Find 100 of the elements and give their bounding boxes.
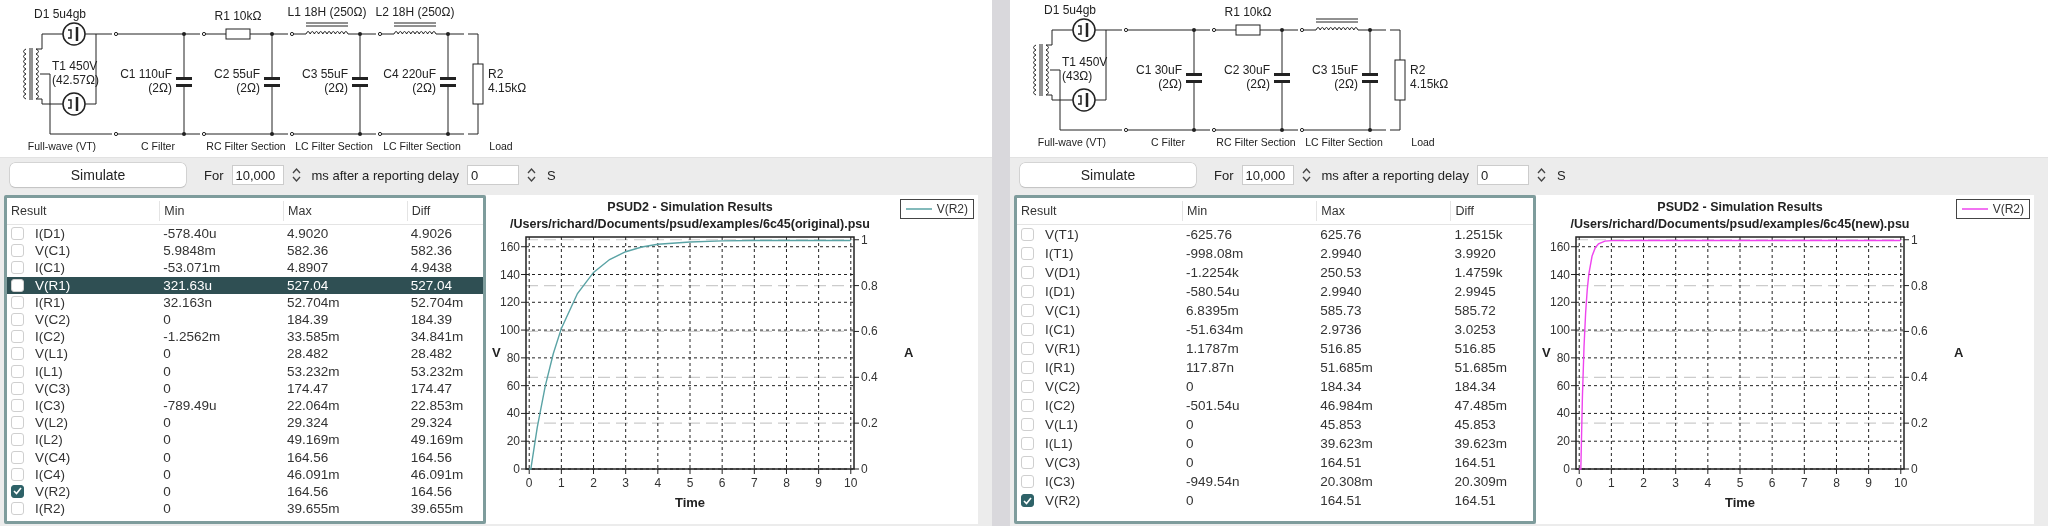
tick-label: 140: [499, 267, 520, 282]
table-cell-text: 2.9940: [1319, 284, 1363, 299]
vacuum-tube-icon: [62, 92, 86, 116]
table-cell-text: 527.04: [286, 277, 330, 293]
section-label: LC Filter Section: [295, 140, 373, 152]
table-cell-text: 164.56: [286, 449, 330, 465]
component-label: R2: [1410, 63, 1426, 77]
table-cell-text: 164.56: [409, 449, 454, 465]
table-cell-text: 3.9920: [1453, 246, 1497, 261]
column-header[interactable]: Result: [7, 201, 160, 221]
table-cell-text: 0: [162, 312, 172, 328]
result-name: I(C3): [1044, 474, 1075, 489]
table-cell-text: 20.309m: [1453, 474, 1508, 489]
table-cell-text: 0: [1185, 417, 1195, 432]
column-header[interactable]: Min: [1182, 201, 1317, 221]
table-cell-text: 174.47: [286, 380, 330, 396]
file-path: /Users/richard/Documents/psud/examples/6c45(new).psu: [1570, 216, 1910, 233]
table-cell-text: 4.9020: [286, 226, 330, 242]
table-cell-text: 0: [162, 363, 172, 379]
table-cell-text: 22.853m: [409, 397, 465, 413]
tick-label: 0.8: [861, 278, 878, 293]
column-header[interactable]: Min: [159, 201, 284, 221]
component-label: (2Ω): [236, 81, 260, 95]
table-cell-text: 5.9848m: [162, 243, 217, 259]
table-cell-text: 1.4759k: [1453, 265, 1504, 280]
column-header[interactable]: Diff: [406, 201, 483, 221]
tick-label: 10: [1894, 476, 1908, 490]
table-cell-text: 0: [1185, 455, 1195, 470]
delay-field[interactable]: 0: [1476, 165, 1529, 185]
simulate-button[interactable]: Simulate: [10, 163, 186, 187]
checkbox[interactable]: [1021, 494, 1034, 507]
section-label: LC Filter Section: [1305, 136, 1383, 148]
result-name: I(C4): [34, 466, 65, 482]
component-label: T1 450V: [52, 59, 98, 73]
column-header[interactable]: Diff: [1450, 201, 1533, 221]
result-name: I(L1): [34, 363, 63, 379]
section-label: RC Filter Section: [1216, 136, 1296, 148]
table-cell-text: 516.85: [1319, 341, 1363, 356]
component-label: L2 18H (250Ω): [375, 5, 455, 19]
table-cell-text: 4.9026: [409, 226, 454, 242]
result-name: I(D1): [1044, 284, 1075, 299]
result-name: V(C1): [1044, 303, 1081, 318]
table-cell-text: -998.08m: [1185, 246, 1245, 261]
tick-label: 60: [1556, 378, 1570, 393]
tick-label: 1: [861, 233, 868, 247]
tick-label: 0: [525, 476, 533, 490]
legend-label: V(R2): [1992, 202, 2024, 216]
tick-label: 8: [1833, 476, 1840, 490]
section-label: C Filter: [1151, 136, 1185, 148]
table-cell-text: 51.685m: [1453, 360, 1508, 375]
resistor-symbol: [225, 28, 251, 40]
resistor-symbol: [1235, 24, 1261, 36]
tick-label: 9: [1865, 476, 1872, 490]
table-cell-text: 46.984m: [1319, 398, 1374, 413]
stepper-icon: [1536, 167, 1546, 183]
table-cell-text: 516.85: [1453, 341, 1497, 356]
duration-field[interactable]: 10,000: [231, 165, 284, 185]
table-cell-text: 585.73: [1319, 303, 1363, 318]
table-cell-text: 164.51: [1453, 455, 1497, 470]
checkbox[interactable]: [11, 484, 24, 498]
legend-label: V(R2): [936, 202, 968, 216]
tick-label: 40: [1556, 406, 1570, 421]
duration-field[interactable]: 10,000: [1241, 165, 1294, 185]
table-cell-text: 250.53: [1319, 265, 1363, 280]
tick-label: 1: [1911, 233, 1918, 247]
simulate-button[interactable]: Simulate: [1020, 163, 1196, 187]
result-name: V(C2): [34, 312, 71, 328]
tick-label: 100: [499, 323, 520, 338]
column-header[interactable]: Result: [1017, 201, 1183, 221]
tick-label: 100: [1549, 323, 1570, 338]
result-name: V(D1): [1044, 265, 1081, 280]
tick-label: 2: [1640, 476, 1647, 490]
tick-label: 140: [1549, 267, 1570, 282]
axis-label: A: [904, 345, 914, 360]
delay-field[interactable]: 0: [466, 165, 519, 185]
component-label: (2Ω): [1246, 77, 1270, 91]
column-header[interactable]: Max: [1316, 201, 1451, 221]
legend-line-icon: [1961, 207, 1988, 211]
table-cell-text: 164.51: [1319, 493, 1363, 508]
axis-label: Time: [1724, 495, 1756, 510]
column-header[interactable]: Max: [283, 201, 407, 221]
component-label: R1 10kΩ: [1224, 5, 1272, 19]
component-label: (2Ω): [412, 81, 436, 95]
tick-label: 7: [1800, 476, 1808, 490]
component-label: C3 55uF: [301, 67, 348, 81]
result-name: V(L1): [34, 346, 68, 362]
field-label: For: [204, 167, 224, 183]
tick-label: 160: [499, 239, 520, 254]
table-cell-text: 4.8907: [286, 260, 330, 276]
table-cell-text: 0: [162, 449, 172, 465]
table-cell-text: -53.071m: [162, 260, 222, 276]
tick-label: 3: [622, 476, 630, 490]
result-name: V(C2): [1044, 379, 1081, 394]
result-name: I(C1): [34, 260, 65, 276]
table-cell-text: -51.634m: [1185, 322, 1245, 337]
vacuum-tube-icon: [1072, 88, 1096, 112]
stepper-icon: [526, 167, 536, 183]
table-cell-text: -949.54n: [1185, 474, 1241, 489]
section-label: RC Filter Section: [206, 140, 286, 152]
tick-label: 5: [1736, 476, 1744, 490]
